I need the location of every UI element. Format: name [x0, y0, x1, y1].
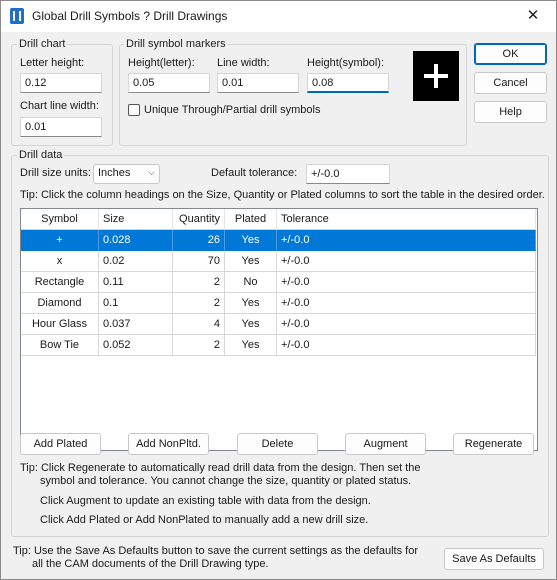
tolerance-cell: +/-0.0: [277, 314, 536, 335]
regenerate-tip-line-2: symbol and tolerance. You cannot change …: [40, 475, 412, 487]
column-header-plated[interactable]: Plated: [225, 209, 277, 230]
symbol-cell: Bow Tie: [21, 335, 99, 356]
quantity-cell: 2: [173, 272, 225, 293]
plated-cell: Yes: [225, 251, 277, 272]
symbol-cell: x: [21, 251, 99, 272]
plated-cell: Yes: [225, 314, 277, 335]
tolerance-cell: +/-0.0: [277, 293, 536, 314]
letter-height-label: Letter height:: [20, 57, 85, 69]
augment-button[interactable]: Augment: [345, 433, 426, 455]
table-row[interactable]: Rectangle 0.11 2 No +/-0.0: [21, 272, 536, 293]
quantity-cell: 4: [173, 314, 225, 335]
table-row[interactable]: + 0.028 26 Yes +/-0.0: [21, 230, 536, 251]
footer-tip-line-2: all the CAM documents of the Drill Drawi…: [32, 558, 269, 570]
footer-tip-line-1: Tip: Use the Save As Defaults button to …: [13, 545, 418, 557]
chart-line-width-input[interactable]: 0.01: [20, 117, 102, 137]
quantity-cell: 2: [173, 335, 225, 356]
height-letter-input[interactable]: 0.05: [128, 73, 210, 93]
size-cell: 0.052: [99, 335, 173, 356]
regenerate-tip-line-1: Tip: Click Regenerate to automatically r…: [20, 462, 421, 474]
column-header-size[interactable]: Size: [99, 209, 173, 230]
quantity-cell: 26: [173, 230, 225, 251]
close-icon[interactable]: ✕: [510, 1, 556, 32]
height-letter-label: Height(letter):: [128, 57, 195, 69]
size-cell: 0.11: [99, 272, 173, 293]
drill-symbols-dialog: Global Drill Symbols ? Drill Drawings ✕ …: [0, 0, 557, 580]
tolerance-cell: +/-0.0: [277, 251, 536, 272]
table-row[interactable]: Bow Tie 0.052 2 Yes +/-0.0: [21, 335, 536, 356]
plated-cell: Yes: [225, 335, 277, 356]
window-title: Global Drill Symbols ? Drill Drawings: [32, 9, 228, 23]
symbol-cell: Diamond: [21, 293, 99, 314]
regenerate-button[interactable]: Regenerate: [453, 433, 534, 455]
drill-size-units-label: Drill size units:: [20, 167, 91, 179]
table-row[interactable]: Hour Glass 0.037 4 Yes +/-0.0: [21, 314, 536, 335]
title-bar: Global Drill Symbols ? Drill Drawings ✕: [1, 1, 556, 32]
add-nonplated-button[interactable]: Add NonPltd.: [128, 433, 209, 455]
plated-cell: No: [225, 272, 277, 293]
letter-height-input[interactable]: 0.12: [20, 73, 102, 93]
symbol-cell: +: [21, 230, 99, 251]
cancel-button[interactable]: Cancel: [474, 72, 547, 94]
size-cell: 0.028: [99, 230, 173, 251]
unique-through-partial-label: Unique Through/Partial drill symbols: [144, 104, 321, 116]
plated-cell: Yes: [225, 230, 277, 251]
drill-size-units-select[interactable]: Inches ⌵: [93, 164, 160, 184]
plated-cell: Yes: [225, 293, 277, 314]
quantity-cell: 70: [173, 251, 225, 272]
drill-table[interactable]: Symbol Size Quantity Plated Tolerance + …: [20, 208, 538, 451]
height-symbol-input[interactable]: 0.08: [307, 73, 389, 93]
tolerance-cell: +/-0.0: [277, 230, 536, 251]
column-header-tolerance[interactable]: Tolerance: [277, 209, 536, 230]
table-header: Symbol Size Quantity Plated Tolerance: [21, 209, 536, 230]
quantity-cell: 2: [173, 293, 225, 314]
table-row[interactable]: x 0.02 70 Yes +/-0.0: [21, 251, 536, 272]
chevron-down-icon: ⌵: [148, 167, 155, 177]
symbol-cell: Hour Glass: [21, 314, 99, 335]
app-icon: [10, 8, 24, 24]
tolerance-cell: +/-0.0: [277, 272, 536, 293]
size-cell: 0.037: [99, 314, 173, 335]
augment-tip: Click Augment to update an existing tabl…: [40, 495, 371, 507]
default-tolerance-input[interactable]: +/-0.0: [306, 164, 390, 184]
column-header-symbol[interactable]: Symbol: [21, 209, 99, 230]
chart-line-width-label: Chart line width:: [20, 100, 99, 112]
height-symbol-label: Height(symbol):: [307, 57, 385, 69]
sort-tip: Tip: Click the column headings on the Si…: [20, 189, 545, 201]
line-width-input[interactable]: 0.01: [217, 73, 299, 93]
line-width-label: Line width:: [217, 57, 270, 69]
symbol-markers-group-label: Drill symbol markers: [124, 38, 228, 50]
drill-size-units-value: Inches: [98, 167, 131, 179]
ok-button[interactable]: OK: [474, 43, 547, 65]
drill-data-group-label: Drill data: [17, 149, 65, 161]
unique-through-partial-checkbox[interactable]: [128, 104, 140, 116]
symbol-cell: Rectangle: [21, 272, 99, 293]
size-cell: 0.1: [99, 293, 173, 314]
drill-chart-group-label: Drill chart: [17, 38, 68, 50]
help-button[interactable]: Help: [474, 101, 547, 123]
save-as-defaults-button[interactable]: Save As Defaults: [444, 548, 544, 570]
delete-button[interactable]: Delete: [237, 433, 318, 455]
column-header-quantity[interactable]: Quantity: [173, 209, 225, 230]
tolerance-cell: +/-0.0: [277, 335, 536, 356]
table-row[interactable]: Diamond 0.1 2 Yes +/-0.0: [21, 293, 536, 314]
plus-symbol-icon-bar: [424, 74, 448, 78]
add-plated-button[interactable]: Add Plated: [20, 433, 101, 455]
add-tip: Click Add Plated or Add NonPlated to man…: [40, 514, 369, 526]
default-tolerance-label: Default tolerance:: [211, 167, 298, 179]
size-cell: 0.02: [99, 251, 173, 272]
symbol-preview: [413, 51, 459, 101]
